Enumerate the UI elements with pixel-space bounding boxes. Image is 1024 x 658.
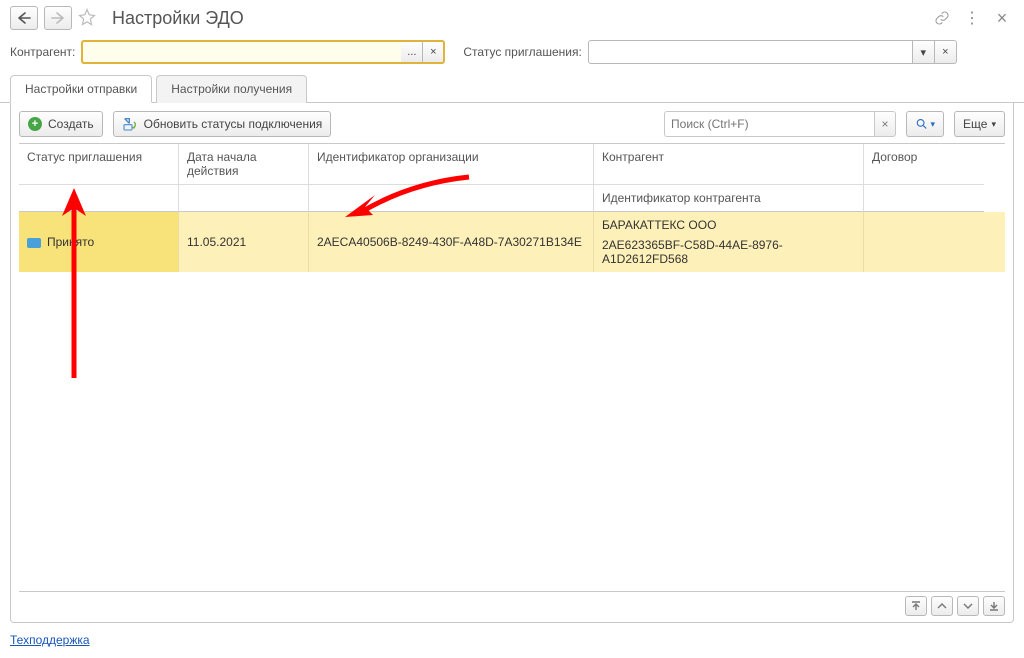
col-status[interactable]: Статус приглашения [19, 144, 179, 185]
cell-date: 11.05.2021 [179, 212, 309, 272]
table-header-row: Статус приглашения Дата начала действия … [19, 144, 1005, 185]
chevron-down-icon: ▾ [931, 119, 936, 130]
status-field: ▾ × [588, 40, 957, 64]
search-field: × [664, 111, 896, 137]
nav-bottom-button[interactable] [983, 596, 1005, 616]
status-input[interactable] [588, 40, 913, 64]
counterparty-input[interactable] [81, 40, 401, 64]
status-accepted-icon [27, 238, 41, 248]
cell-counterparty: БАРАКАТТЕКС ООО 2AE623365BF-C58D-44AE-89… [594, 212, 864, 272]
panel-toolbar: + Создать Обновить статусы подключения ×… [11, 103, 1013, 143]
cell-contract [864, 212, 984, 272]
top-icon [911, 601, 921, 611]
favorite-button[interactable] [78, 8, 104, 29]
tab-receive[interactable]: Настройки получения [156, 75, 307, 103]
status-label: Статус приглашения: [463, 45, 581, 59]
col-org-id[interactable]: Идентификатор организации [309, 144, 594, 185]
refresh-status-button[interactable]: Обновить статусы подключения [113, 111, 332, 137]
col-counterparty[interactable]: Контрагент [594, 144, 864, 185]
search-input[interactable] [664, 111, 874, 137]
table-subheader-row: Идентификатор контрагента [19, 185, 1005, 212]
bottom-icon [989, 601, 999, 611]
close-button[interactable]: × [990, 6, 1014, 30]
nav-top-button[interactable] [905, 596, 927, 616]
support-link[interactable]: Техподдержка [10, 633, 90, 647]
col-counterparty-id[interactable]: Идентификатор контрагента [594, 185, 864, 212]
cell-org-id: 2AECA40506B-8249-430F-A48D-7A30271B134E [309, 212, 594, 272]
refresh-icon [122, 116, 138, 132]
table: Статус приглашения Дата начала действия … [19, 143, 1005, 592]
footer: Техподдержка [0, 629, 1024, 655]
counterparty-label: Контрагент: [10, 45, 75, 59]
nav-up-button[interactable] [931, 596, 953, 616]
status-dropdown-button[interactable]: ▾ [913, 40, 935, 64]
more-label: Еще [963, 117, 987, 131]
more-menu-button[interactable]: ⋮ [960, 6, 984, 30]
arrow-right-icon [51, 12, 65, 24]
more-button[interactable]: Еще ▾ [954, 111, 1005, 137]
table-body: Принято 11.05.2021 2AECA40506B-8249-430F… [19, 212, 1005, 591]
tabs: Настройки отправки Настройки получения [0, 74, 1024, 103]
status-clear-button[interactable]: × [935, 40, 957, 64]
link-icon[interactable] [930, 6, 954, 30]
back-button[interactable] [10, 6, 38, 30]
forward-button[interactable] [44, 6, 72, 30]
up-icon [937, 601, 947, 611]
tab-send[interactable]: Настройки отправки [10, 75, 152, 103]
chevron-down-icon: ▾ [991, 119, 996, 130]
plus-icon: + [28, 117, 42, 131]
arrow-left-icon [17, 12, 31, 24]
send-panel: + Создать Обновить статусы подключения ×… [10, 103, 1014, 623]
star-icon [78, 8, 96, 26]
table-navigator [11, 592, 1013, 622]
search-clear-button[interactable]: × [874, 111, 896, 137]
create-button[interactable]: + Создать [19, 111, 103, 137]
col-contract[interactable]: Договор [864, 144, 984, 185]
create-label: Создать [48, 117, 94, 131]
counterparty-field: ... × [81, 40, 445, 64]
table-row[interactable]: Принято 11.05.2021 2AECA40506B-8249-430F… [19, 212, 1005, 272]
counterparty-lookup-button[interactable]: ... [401, 40, 423, 64]
filter-bar: Контрагент: ... × Статус приглашения: ▾ … [0, 36, 1024, 74]
search-button[interactable]: ▾ [906, 111, 944, 137]
cell-status: Принято [19, 212, 179, 272]
counterparty-clear-button[interactable]: × [423, 40, 445, 64]
titlebar: Настройки ЭДО ⋮ × [0, 0, 1024, 36]
magnifier-icon [915, 117, 928, 131]
down-icon [963, 601, 973, 611]
col-date[interactable]: Дата начала действия [179, 144, 309, 185]
page-title: Настройки ЭДО [112, 8, 244, 29]
nav-down-button[interactable] [957, 596, 979, 616]
refresh-label: Обновить статусы подключения [144, 117, 323, 131]
